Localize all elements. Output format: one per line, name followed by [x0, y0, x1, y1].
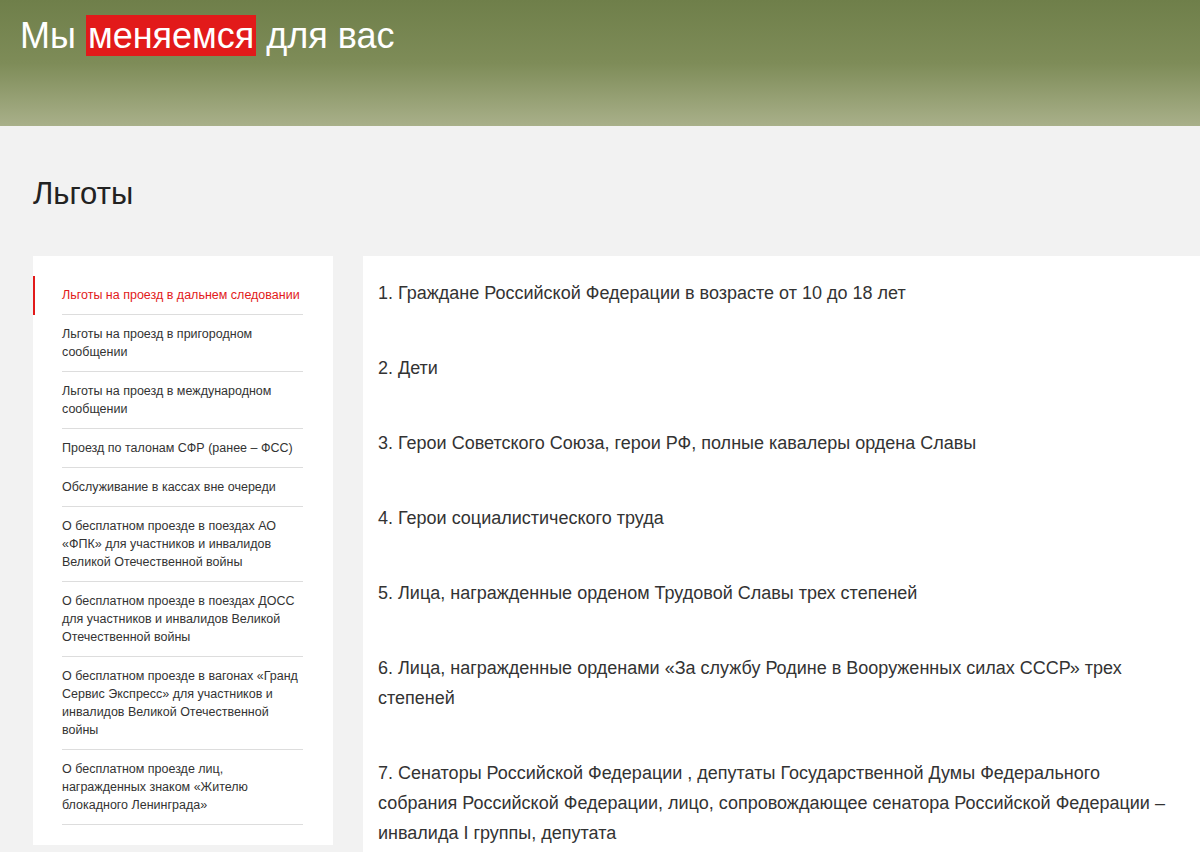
benefit-item[interactable]: 7. Сенаторы Российской Федерации , депут… — [378, 758, 1165, 848]
sidebar-item[interactable]: Льготы на проезд в пригородном сообщении — [33, 315, 333, 372]
banner-title: Мы меняемся для вас — [20, 14, 1200, 58]
sidebar-item[interactable]: Проезд по талонам СФР (ранее – ФСС) — [33, 429, 333, 468]
sidebar-item-label[interactable]: Льготы на проезд в дальнем следовании — [62, 276, 303, 315]
sidebar-item[interactable]: О бесплатном проезде в вагонах «Гранд Се… — [33, 657, 333, 750]
sidebar-item-label[interactable]: Обслуживание в кассах вне очереди — [62, 468, 303, 507]
banner-title-part: для вас — [256, 15, 394, 56]
sidebar-item[interactable]: Обслуживание в кассах вне очереди — [33, 468, 333, 507]
benefit-item[interactable]: 1. Граждане Российской Федерации в возра… — [378, 278, 1165, 308]
sidebar-item[interactable]: О бесплатном проезде в поездах ДОСС для … — [33, 582, 333, 657]
header-banner: Мы меняемся для вас — [0, 0, 1200, 126]
benefit-item[interactable]: 2. Дети — [378, 353, 1165, 383]
sidebar: Льготы на проезд в дальнем следованииЛьг… — [33, 256, 333, 845]
sidebar-item-label[interactable]: О бесплатном проезде в поездах АО «ФПК» … — [62, 507, 303, 582]
sidebar-item-label[interactable]: О бесплатном проезде в поездах ДОСС для … — [62, 582, 303, 657]
sidebar-item[interactable]: О бесплатном проезде лиц, награжденных з… — [33, 750, 333, 825]
banner-title-part: Мы — [20, 15, 86, 56]
benefit-item[interactable]: 4. Герои социалистического труда — [378, 503, 1165, 533]
sidebar-item[interactable]: Льготы на проезд в дальнем следовании — [33, 276, 333, 315]
sidebar-item-label[interactable]: Проезд по талонам СФР (ранее – ФСС) — [62, 429, 303, 468]
benefit-item[interactable]: 5. Лица, награжденные орденом Трудовой С… — [378, 578, 1165, 608]
page: Мы меняемся для васЛьготыЛьготы на проез… — [0, 0, 1200, 852]
sidebar-item[interactable]: Льготы на проезд в международном сообщен… — [33, 372, 333, 429]
benefit-item[interactable]: 3. Герои Советского Союза, герои РФ, пол… — [378, 428, 1165, 458]
sidebar-item-label[interactable]: О бесплатном проезде лиц, награжденных з… — [62, 750, 303, 825]
main-area: Льготы на проезд в дальнем следованииЛьг… — [0, 256, 1200, 852]
sidebar-item[interactable]: О бесплатном проезде в поездах АО «ФПК» … — [33, 507, 333, 582]
page-title: Льготы — [0, 126, 1200, 256]
banner-title-highlight: меняемся — [86, 15, 256, 56]
sidebar-item-label[interactable]: Льготы на проезд в пригородном сообщении — [62, 315, 303, 372]
content-panel: 1. Граждане Российской Федерации в возра… — [363, 256, 1200, 852]
sidebar-item-label[interactable]: О бесплатном проезде в вагонах «Гранд Се… — [62, 657, 303, 750]
benefit-item[interactable]: 6. Лица, награжденные орденами «За служб… — [378, 653, 1165, 713]
sidebar-item-label[interactable]: Льготы на проезд в международном сообщен… — [62, 372, 303, 429]
